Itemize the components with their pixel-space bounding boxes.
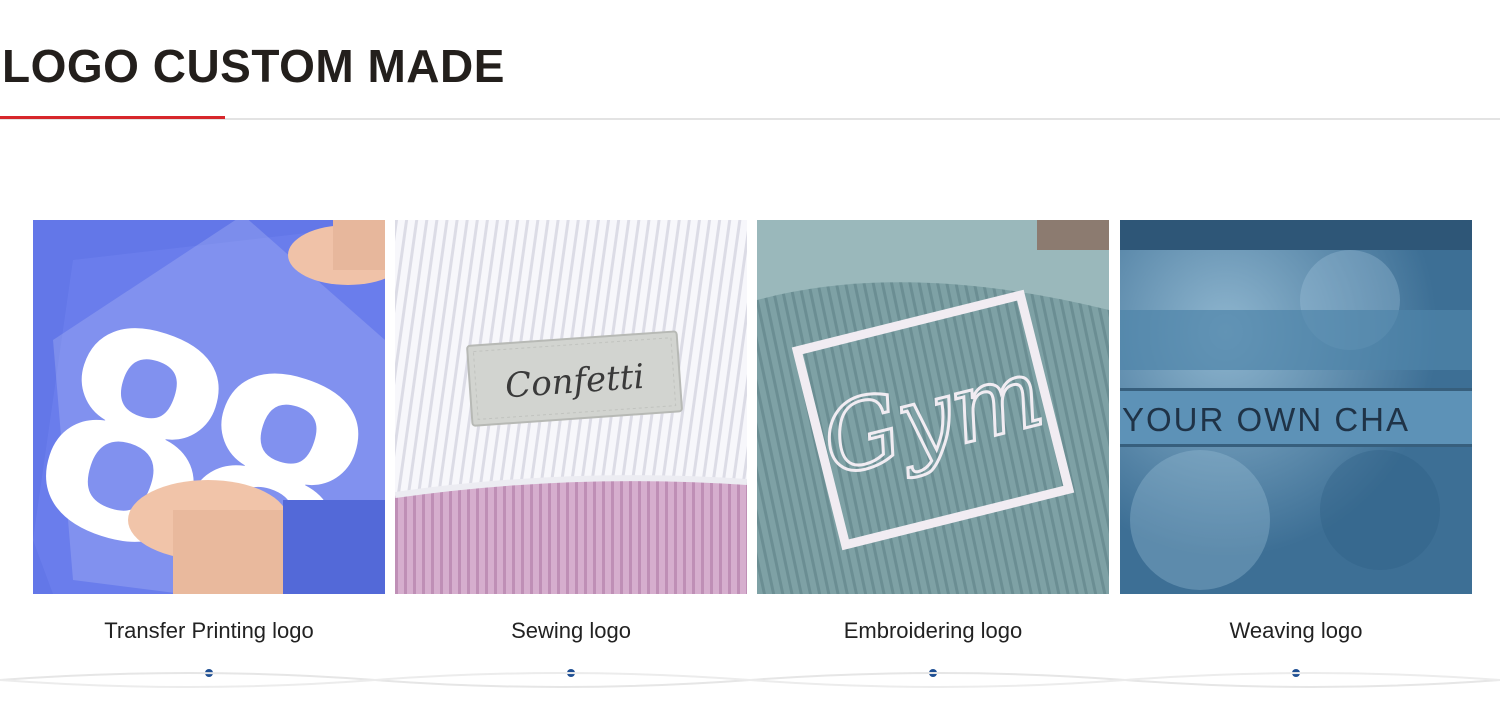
transfer-printing-image[interactable]: 88 bbox=[33, 220, 385, 594]
decorative-wave-line bbox=[0, 672, 1500, 688]
logo-card-weaving[interactable]: YOUR OWN CHA Weaving logo bbox=[1120, 220, 1472, 677]
weaving-image[interactable]: YOUR OWN CHA bbox=[1120, 220, 1472, 594]
logo-custom-section: LOGO CUSTOM MADE 88 Transfer Printing lo… bbox=[0, 0, 1500, 713]
logo-card-sewing[interactable]: Confetti Sewing logo bbox=[395, 220, 747, 677]
logo-card-transfer-printing[interactable]: 88 Transfer Printing logo bbox=[33, 220, 385, 677]
embroidering-image[interactable]: Gym bbox=[757, 220, 1109, 594]
sewn-label-photo: Confetti bbox=[395, 220, 747, 594]
title-divider bbox=[0, 118, 1500, 120]
embroidered-monogram-photo: Gym bbox=[757, 220, 1109, 594]
card-caption[interactable]: Sewing logo bbox=[375, 618, 767, 644]
woven-tape-photo: YOUR OWN CHA bbox=[1120, 220, 1472, 594]
title-accent-underline bbox=[0, 116, 225, 119]
sewing-image[interactable]: Confetti bbox=[395, 220, 747, 594]
card-caption[interactable]: Weaving logo bbox=[1100, 618, 1492, 644]
woven-tape-text: YOUR OWN CHA bbox=[1122, 401, 1410, 438]
logo-card-embroidering[interactable]: Gym Embroidering logo bbox=[757, 220, 1109, 677]
card-caption[interactable]: Transfer Printing logo bbox=[13, 618, 405, 644]
section-title: LOGO CUSTOM MADE bbox=[2, 40, 505, 92]
heat-transfer-number-88-photo: 88 bbox=[33, 220, 385, 594]
card-caption[interactable]: Embroidering logo bbox=[737, 618, 1129, 644]
